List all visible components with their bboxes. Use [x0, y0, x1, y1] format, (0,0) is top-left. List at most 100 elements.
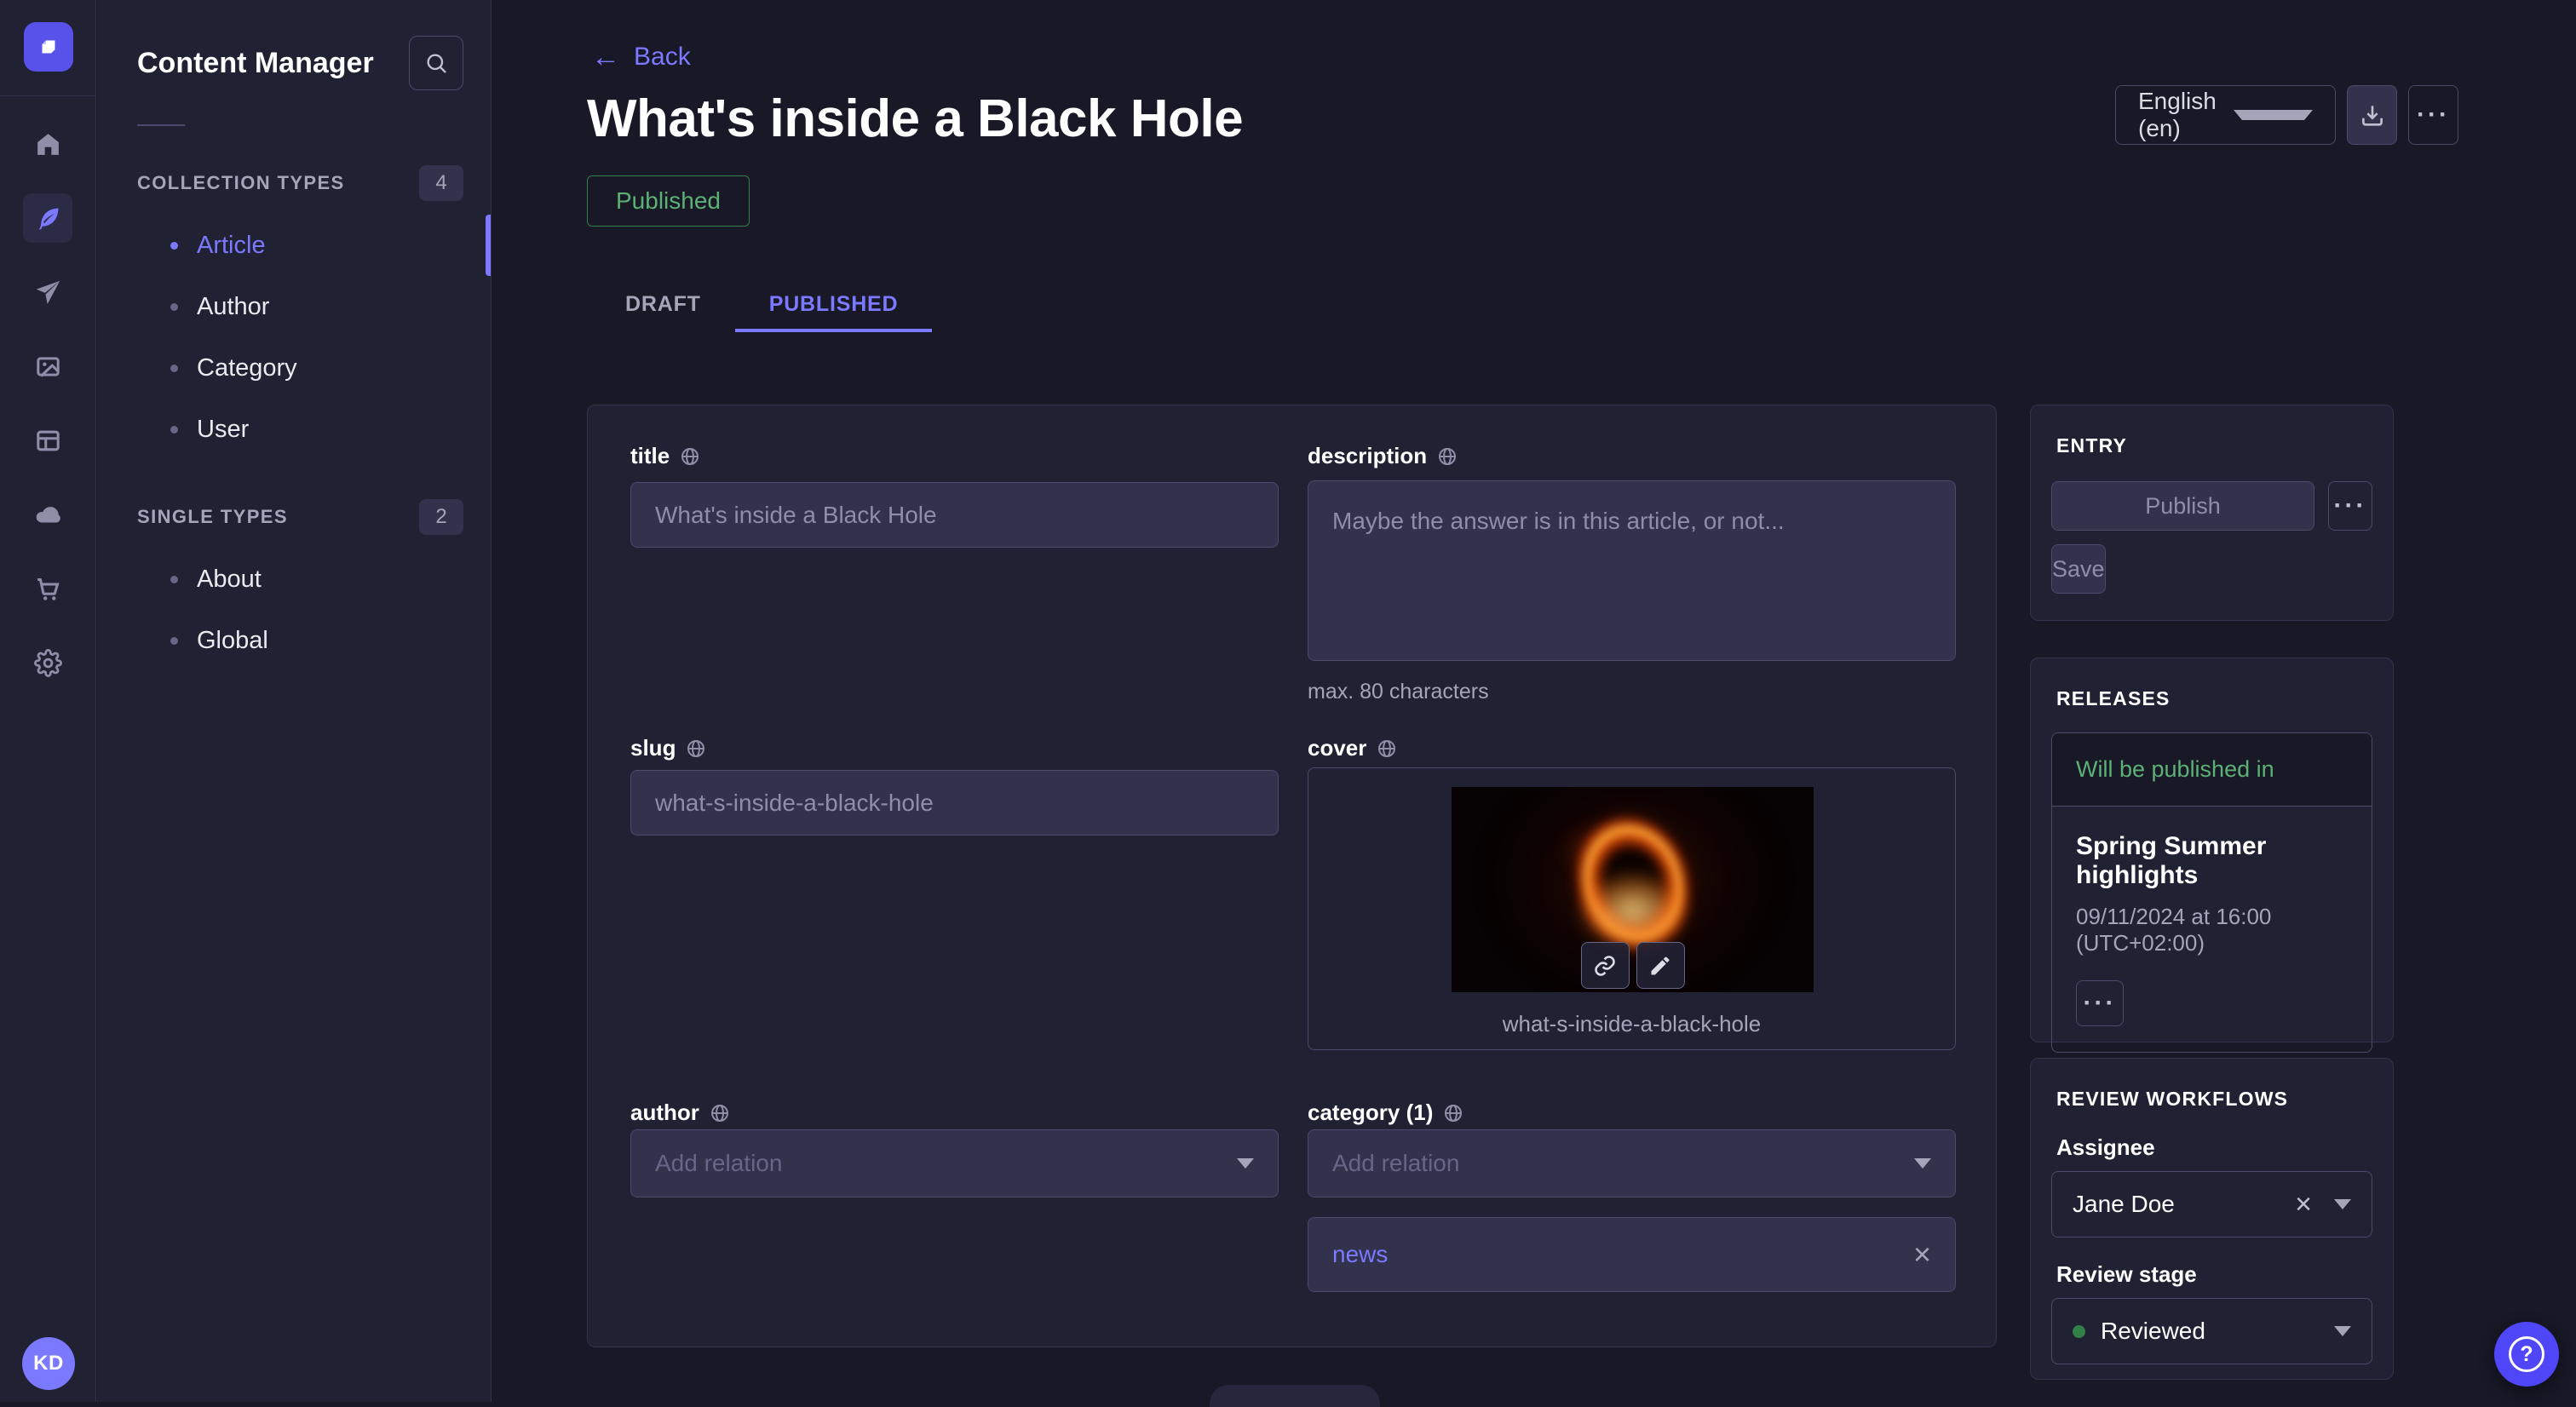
save-button[interactable]: Save: [2051, 544, 2106, 594]
active-indicator: [486, 215, 491, 276]
status-badge: Published: [587, 175, 750, 227]
category-relation-item: news ×: [1308, 1217, 1956, 1292]
export-button[interactable]: [2347, 85, 2397, 145]
media-library-icon[interactable]: [23, 342, 72, 391]
author-field-label: author: [630, 1100, 730, 1126]
home-icon[interactable]: [23, 119, 72, 169]
publish-button[interactable]: Publish: [2051, 481, 2314, 531]
cover-field-label: cover: [1308, 735, 1397, 761]
title-input[interactable]: [630, 482, 1279, 548]
strapi-logo-icon: [36, 34, 61, 60]
release-card: Will be published in Spring Summer highl…: [2051, 732, 2372, 1053]
bullet-icon: [170, 303, 178, 311]
cover-image-actions: [1581, 942, 1685, 989]
single-types-list: About Global: [97, 548, 491, 671]
marketplace-cart-icon[interactable]: [23, 564, 72, 613]
link-icon: [1593, 954, 1617, 978]
review-panel-title: REVIEW WORKFLOWS: [2056, 1088, 2393, 1111]
assignee-combobox[interactable]: Jane Doe ×: [2051, 1171, 2372, 1238]
help-button[interactable]: ?: [2494, 1322, 2559, 1387]
assignee-value: Jane Doe: [2073, 1191, 2295, 1218]
chevron-down-icon: [1914, 1158, 1931, 1169]
bullet-icon: [170, 365, 178, 372]
remove-relation-icon[interactable]: ×: [1913, 1239, 1931, 1270]
tab-published[interactable]: PUBLISHED: [735, 279, 933, 332]
collection-types-count-badge: 4: [419, 165, 463, 201]
pencil-icon: [1648, 954, 1672, 978]
field-label-text: category (1): [1308, 1100, 1433, 1126]
sidebar-item-label: Global: [197, 627, 268, 655]
globe-icon: [1377, 738, 1397, 759]
release-more-button[interactable]: ···: [2076, 980, 2124, 1026]
download-icon: [2360, 102, 2385, 128]
nav-rail: KD: [0, 0, 96, 1402]
sidebar-item-article[interactable]: Article: [97, 215, 491, 276]
release-name: Spring Summer highlights: [2076, 832, 2348, 890]
cover-image-black-hole[interactable]: [1452, 787, 1814, 992]
sidebar-item-label: Article: [197, 232, 266, 260]
locale-select[interactable]: English (en): [2115, 85, 2336, 145]
entry-panel: ENTRY Publish ··· Save: [2030, 405, 2394, 621]
sidebar-item-label: Category: [197, 354, 297, 382]
globe-icon: [686, 738, 706, 759]
more-actions-button[interactable]: ···: [2408, 85, 2458, 145]
question-mark-icon: ?: [2509, 1336, 2544, 1372]
review-stage-select[interactable]: Reviewed: [2051, 1298, 2372, 1364]
bullet-icon: [170, 637, 178, 645]
assignee-label: Assignee: [2056, 1134, 2393, 1161]
avatar[interactable]: KD: [22, 1337, 75, 1390]
bullet-icon: [170, 242, 178, 250]
field-label-text: slug: [630, 735, 676, 761]
search-button[interactable]: [409, 36, 463, 90]
subnav: Content Manager COLLECTION TYPES 4 Artic…: [97, 0, 492, 1402]
section-single-types-label: SINGLE TYPES: [137, 506, 288, 528]
entry-more-button[interactable]: ···: [2328, 481, 2372, 531]
release-card-header: Will be published in: [2052, 733, 2372, 807]
tabs: DRAFT PUBLISHED: [591, 279, 932, 332]
globe-icon: [1443, 1103, 1463, 1123]
sidebar-item-category[interactable]: Category: [97, 337, 491, 399]
field-label-text: cover: [1308, 735, 1366, 761]
field-label-text: description: [1308, 443, 1427, 469]
content-type-builder-icon[interactable]: [23, 416, 72, 465]
description-textarea[interactable]: Maybe the answer is in this article, or …: [1308, 480, 1956, 661]
copy-link-button[interactable]: [1581, 942, 1630, 989]
sidebar-item-global[interactable]: Global: [97, 610, 491, 671]
slug-input[interactable]: [630, 770, 1279, 836]
releases-panel: RELEASES Will be published in Spring Sum…: [2030, 658, 2394, 1042]
clear-assignee-icon[interactable]: ×: [2295, 1190, 2312, 1219]
content-manager-feather-icon[interactable]: [23, 193, 72, 243]
bullet-icon: [170, 426, 178, 434]
deploy-cloud-icon[interactable]: [23, 490, 72, 539]
category-placeholder: Add relation: [1332, 1150, 1459, 1177]
edit-image-button[interactable]: [1636, 942, 1685, 989]
relation-link-news[interactable]: news: [1332, 1241, 1388, 1268]
globe-icon: [710, 1103, 730, 1123]
sidebar-item-user[interactable]: User: [97, 399, 491, 460]
field-label-text: author: [630, 1100, 699, 1126]
search-icon: [424, 51, 448, 75]
sidebar-item-label: About: [197, 566, 262, 594]
back-link[interactable]: ← Back: [591, 43, 691, 72]
bullet-icon: [170, 576, 178, 583]
page-title: What's inside a Black Hole: [587, 89, 1243, 149]
sidebar-item-about[interactable]: About: [97, 548, 491, 610]
sidebar-item-author[interactable]: Author: [97, 276, 491, 337]
cover-filename: what-s-inside-a-black-hole: [1308, 1011, 1955, 1037]
entry-panel-title: ENTRY: [2056, 434, 2393, 457]
author-relation-combobox[interactable]: Add relation: [630, 1129, 1279, 1197]
collection-types-list: Article Author Category User: [97, 215, 491, 460]
cover-media-card: what-s-inside-a-black-hole: [1308, 767, 1956, 1050]
section-collection-types-label: COLLECTION TYPES: [137, 172, 345, 194]
settings-gear-icon[interactable]: [23, 638, 72, 687]
topbar-actions: English (en) ···: [2115, 85, 2458, 145]
author-placeholder: Add relation: [655, 1150, 782, 1177]
single-types-count-badge: 2: [419, 499, 463, 535]
tab-draft[interactable]: DRAFT: [591, 279, 735, 332]
strapi-logo[interactable]: [24, 22, 73, 72]
description-field-label: description: [1308, 443, 1458, 469]
releases-send-icon[interactable]: [23, 267, 72, 317]
category-relation-combobox[interactable]: Add relation: [1308, 1129, 1956, 1197]
globe-icon: [680, 446, 700, 467]
subnav-title: Content Manager: [137, 47, 374, 80]
